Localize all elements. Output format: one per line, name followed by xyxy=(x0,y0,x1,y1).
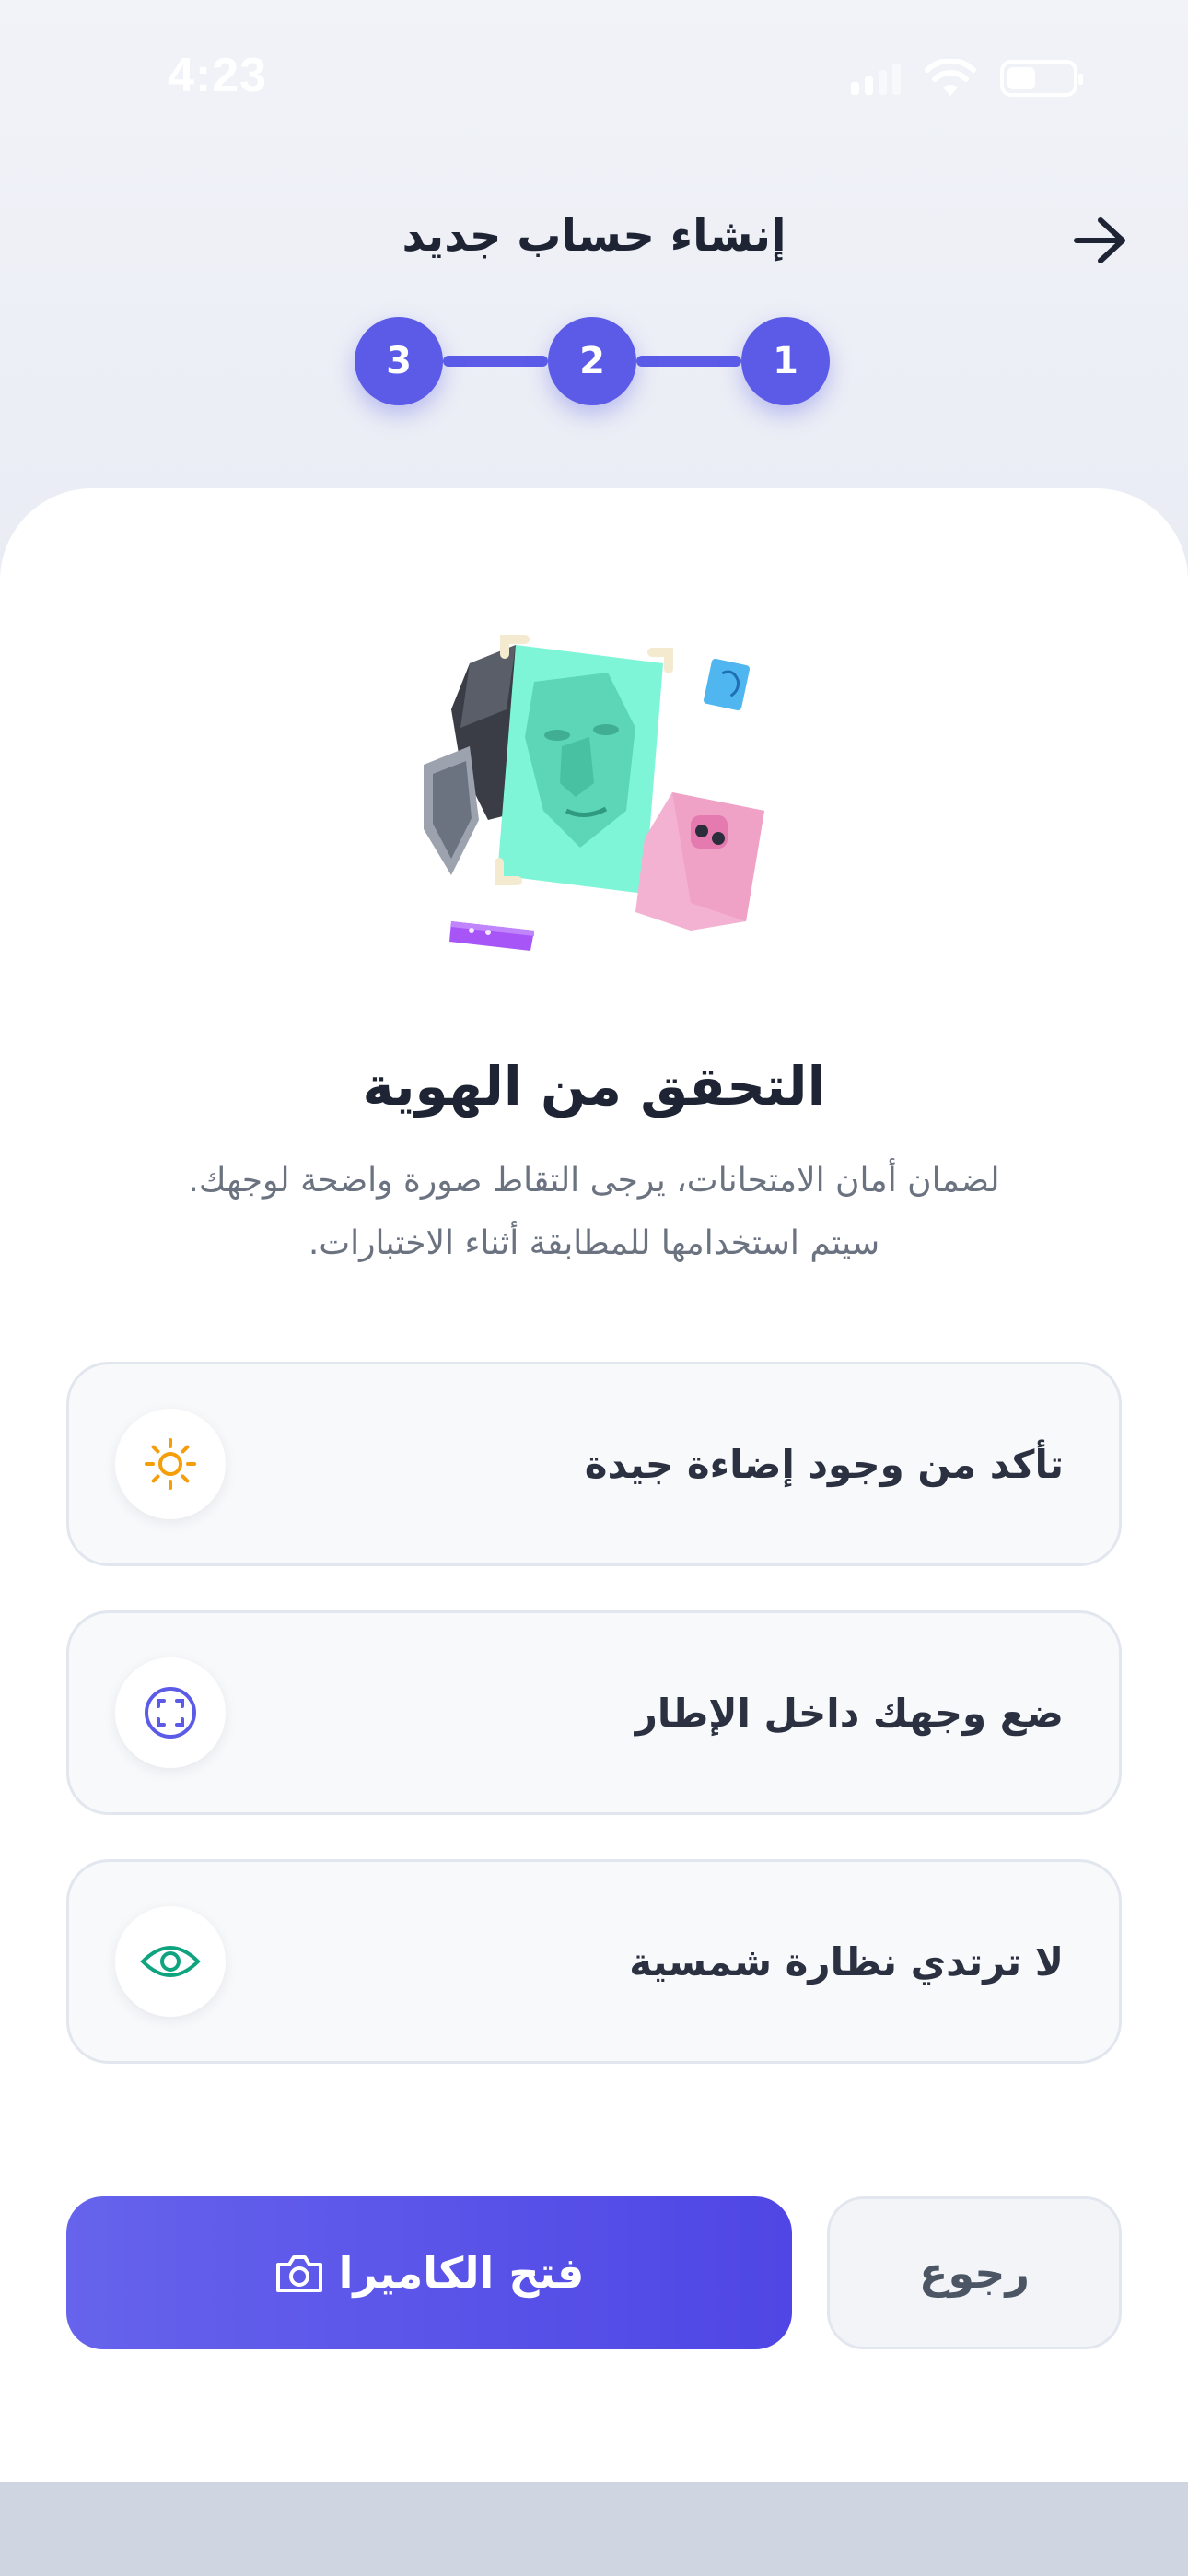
back-arrow-button[interactable] xyxy=(1068,208,1133,273)
status-bar: 4:23 xyxy=(0,0,1188,157)
step-3: 3 xyxy=(355,317,443,405)
sun-icon xyxy=(115,1409,226,1519)
face-frame-icon xyxy=(115,1657,226,1768)
signal-icon xyxy=(851,62,901,95)
back-button[interactable]: رجوع xyxy=(827,2196,1122,2349)
step-connector xyxy=(636,356,741,367)
status-icons xyxy=(851,59,1083,98)
tip-label: لا ترتدي نظارة شمسية xyxy=(629,1938,1064,1985)
verification-title: التحقق من الهوية xyxy=(362,1055,826,1118)
step-1: 1 xyxy=(741,317,830,405)
tip-face-in-frame: ضع وجهك داخل الإطار xyxy=(66,1610,1122,1815)
verification-description: لضمان أمان الامتحانات، يرجى التقاط صورة … xyxy=(188,1162,1000,1262)
tip-label: ضع وجهك داخل الإطار xyxy=(635,1690,1064,1736)
open-camera-label: فتح الكاميرا xyxy=(338,2248,585,2298)
page-title: إنشاء حساب جديد xyxy=(402,210,786,262)
tip-label: تأكد من وجود إضاءة جيدة xyxy=(584,1441,1064,1487)
status-time: 4:23 xyxy=(168,49,268,102)
bottom-bar xyxy=(0,2482,1188,2576)
step-connector xyxy=(443,356,548,367)
open-camera-button[interactable]: فتح الكاميرا xyxy=(66,2196,792,2349)
progress-stepper: 3 2 1 xyxy=(355,317,833,405)
battery-icon xyxy=(1000,60,1083,97)
tip-no-sunglasses: لا ترتدي نظارة شمسية xyxy=(66,1859,1122,2064)
wifi-icon xyxy=(925,59,976,96)
camera-icon xyxy=(275,2255,322,2292)
eye-icon xyxy=(115,1906,226,2017)
face-verification-illustration xyxy=(424,635,764,951)
arrow-right-icon xyxy=(1074,217,1125,263)
tip-good-lighting: تأكد من وجود إضاءة جيدة xyxy=(66,1362,1122,1566)
step-2: 2 xyxy=(548,317,636,405)
